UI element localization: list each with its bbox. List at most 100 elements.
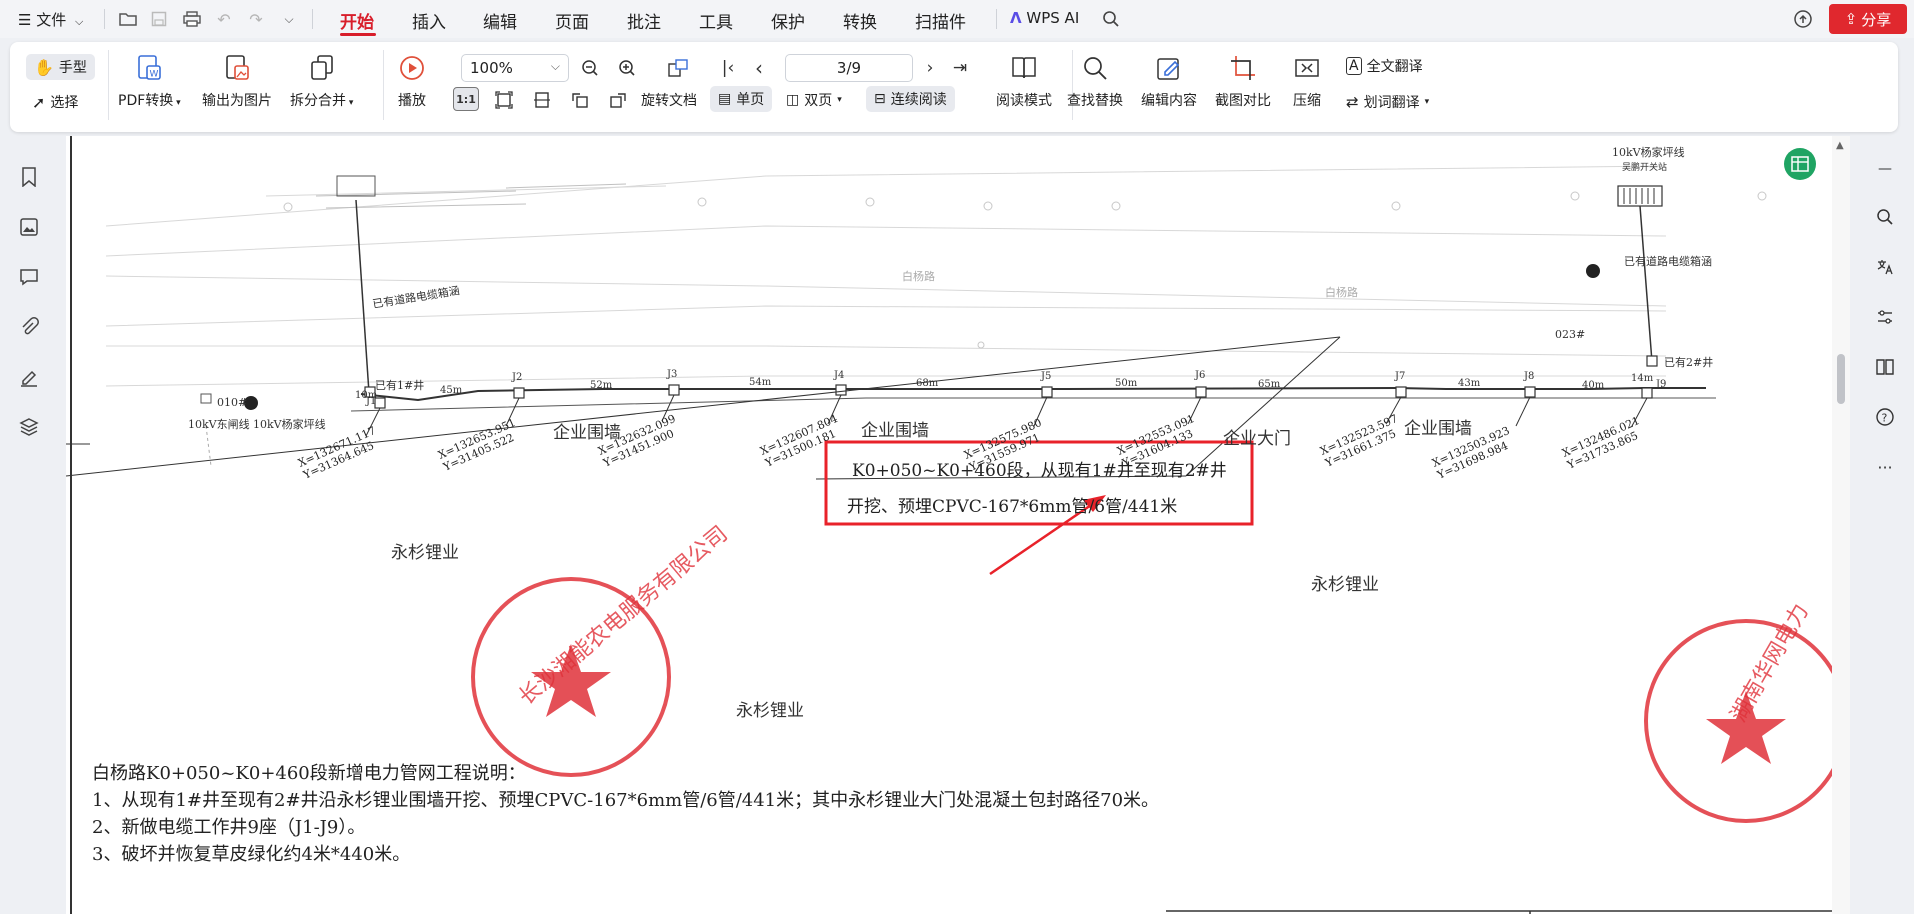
search-icon[interactable] [1100, 8, 1122, 30]
prev-page-nav-icon[interactable]: ‹ [745, 54, 773, 82]
small-box-marker [200, 393, 212, 404]
vertical-scrollbar[interactable]: ▲ [1832, 136, 1850, 914]
existing-cable-box-right [1639, 205, 1653, 363]
scroll-up-icon[interactable]: ▲ [1836, 140, 1844, 151]
wall-line [350, 397, 1716, 412]
callout-text-line-1: K0+050~K0+460段，从现有1#井至现有2#井 [852, 461, 1227, 481]
first-page-nav-icon[interactable]: |‹ [714, 54, 742, 82]
tab-insert[interactable]: 插入 [412, 8, 446, 33]
actual-size-button[interactable]: 1:1 [453, 87, 479, 111]
tab-edit[interactable]: 编辑 [483, 8, 517, 33]
label-j6: J6 [1195, 370, 1206, 381]
cloud-upload-icon[interactable] [1792, 8, 1814, 30]
label-j7: J7 [1395, 371, 1406, 382]
continuous-read-button[interactable]: ⊟ 连续阅读 [866, 86, 955, 112]
label-top-right-line: 10kV杨家坪线 [1612, 146, 1685, 159]
rotate-right-icon[interactable] [604, 86, 632, 114]
tab-protect[interactable]: 保护 [771, 8, 805, 33]
signature-icon[interactable] [16, 364, 42, 390]
file-menu-label: 文件 [36, 11, 67, 29]
well-j7 [1395, 386, 1407, 398]
rotate-document-button[interactable]: 旋转文档 [641, 90, 697, 110]
label-gate: 企业大门 [1223, 429, 1291, 449]
label-j5: J5 [1041, 371, 1052, 382]
label-company-1: 永杉锂业 [391, 543, 459, 563]
single-page-button[interactable]: ▤ 单页 [710, 86, 773, 112]
label-j2: J2 [512, 372, 523, 383]
attachment-icon[interactable] [16, 314, 42, 340]
background-markers [283, 191, 1767, 349]
project-notes: 白杨路K0+050~K0+460段新增电力管网工程说明： 1、从现有1#井至现有… [92, 760, 1159, 868]
distance-label: 40m [1582, 380, 1605, 391]
label-wall-1: 企业围墙 [553, 423, 621, 443]
share-label: 分享 [1861, 10, 1892, 29]
tab-page[interactable]: 页面 [555, 8, 589, 33]
chevron-down-icon: ▾ [837, 95, 842, 105]
notes-item: 3、破坏并恢复草皮绿化约4米*440米。 [92, 844, 411, 865]
tab-convert[interactable]: 转换 [843, 8, 877, 33]
double-page-icon: ◫ [786, 92, 800, 108]
ribbon-lower-row: 1:1 旋转文档 ▤ 单页 ◫ 双页 ▾ ⊟ 连续阅读 [10, 42, 1898, 132]
well-j9 [1641, 387, 1653, 399]
share-button[interactable]: ⇪ 分享 [1829, 4, 1907, 34]
wps-ai-label: WPS AI [1026, 9, 1080, 27]
actual-size-label: 1:1 [456, 92, 476, 106]
fit-width-icon[interactable] [528, 86, 556, 114]
double-page-label: 双页 [804, 93, 833, 109]
divider [996, 9, 997, 29]
more-quick-access-icon[interactable]: ⌵ [278, 8, 300, 30]
pdf-page: 10kV杨家坪线 吴鹏开关站 已有道路电缆箱涵 已有道路电缆箱涵 白杨路 白杨路… [66, 136, 1832, 914]
label-well-010: 010# [217, 396, 248, 409]
save-icon[interactable] [148, 8, 170, 30]
left-sidebar [0, 140, 58, 914]
label-line-dongzha: 10kV东闸线 [188, 418, 250, 431]
svg-text:?: ? [1882, 412, 1888, 425]
distance-label: 54m [749, 377, 772, 388]
open-folder-icon[interactable] [117, 8, 139, 30]
thumbnail-icon[interactable] [16, 214, 42, 240]
label-existing-well-1: 已有1#井 [375, 379, 425, 392]
collapse-panel-icon[interactable]: — [1872, 156, 1898, 182]
well-existing-2 [1646, 355, 1658, 367]
redo-icon[interactable]: ↷ [245, 8, 267, 30]
tab-scan[interactable]: 扫描件 [915, 8, 966, 33]
chevron-down-icon: ⌵ [75, 15, 84, 28]
switch-station-icon [1617, 185, 1663, 207]
label-company-3: 永杉锂业 [736, 701, 804, 721]
more-icon[interactable]: ··· [1872, 454, 1898, 480]
distance-label: 10m [355, 390, 378, 401]
book-preview-icon[interactable] [1872, 354, 1898, 380]
continuous-read-icon: ⊟ [874, 91, 886, 107]
notes-item: 1、从现有1#井至现有2#井沿永杉锂业围墙开挖、预埋CPVC-167*6mm管/… [92, 790, 1160, 811]
label-j4: J4 [834, 370, 845, 381]
notes-title: 白杨路K0+050~K0+460段新增电力管网工程说明： [92, 763, 526, 784]
tab-tools[interactable]: 工具 [699, 8, 733, 33]
right-sidebar: — ? ··· [1856, 140, 1914, 914]
print-icon[interactable] [181, 8, 203, 30]
layers-icon[interactable] [16, 414, 42, 440]
tab-annotate[interactable]: 批注 [627, 8, 661, 33]
help-icon[interactable]: ? [1872, 404, 1898, 430]
tab-start[interactable]: 开始 [340, 8, 374, 33]
wps-ai-button[interactable]: Ʌ WPS AI [1010, 9, 1079, 27]
label-road-right: 白杨路 [1325, 286, 1358, 299]
label-wall-3: 企业围墙 [1404, 419, 1472, 439]
rotate-left-icon[interactable] [566, 86, 594, 114]
share-icon: ⇪ [1844, 10, 1858, 28]
scrollbar-thumb[interactable] [1837, 354, 1845, 404]
adjust-sliders-icon[interactable] [1872, 304, 1898, 330]
file-menu[interactable]: ☰ 文件 ⌵ [18, 9, 83, 30]
translate-icon[interactable] [1872, 254, 1898, 280]
wps-ai-icon: Ʌ [1010, 9, 1022, 27]
search-icon[interactable] [1872, 204, 1898, 230]
single-page-icon: ▤ [718, 91, 732, 107]
background-road-lines [105, 165, 1667, 387]
floating-table-widget[interactable] [1784, 148, 1816, 180]
comment-icon[interactable] [16, 264, 42, 290]
double-page-button[interactable]: ◫ 双页 ▾ [786, 90, 842, 110]
fit-page-icon[interactable] [490, 86, 518, 114]
undo-icon[interactable]: ↶ [213, 8, 235, 30]
callout-text-line-2: 开挖、预埋CPVC-167*6mm管/6管/441米 [847, 497, 1178, 517]
distance-label: 45m [440, 385, 463, 396]
bookmark-icon[interactable] [16, 164, 42, 190]
